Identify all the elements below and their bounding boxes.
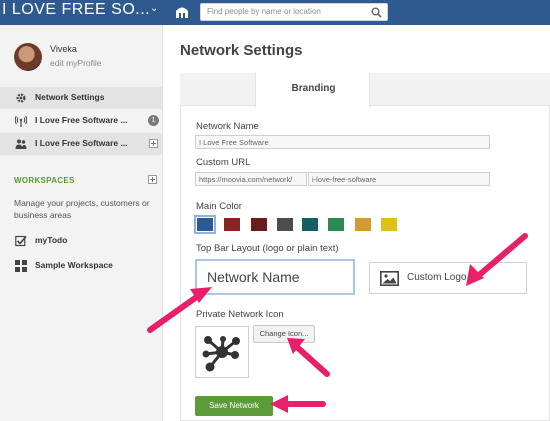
change-icon-button[interactable]: Change Icon... xyxy=(253,325,315,343)
helmet-icon[interactable] xyxy=(174,4,190,21)
tab-branding[interactable]: Branding xyxy=(255,73,370,107)
image-icon xyxy=(380,271,399,286)
color-swatch[interactable] xyxy=(381,218,397,231)
layout-option-logo-label: Custom Logo xyxy=(407,272,467,283)
color-swatch[interactable] xyxy=(194,215,216,234)
custom-url-prefix: https://moovia.com/network/ xyxy=(195,172,307,186)
add-icon[interactable] xyxy=(149,139,158,148)
user-name[interactable]: Viveka xyxy=(50,44,77,54)
broadcast-icon xyxy=(15,115,27,127)
notification-badge: 1 xyxy=(148,115,159,126)
private-network-icon-label: Private Network Icon xyxy=(196,309,284,320)
save-network-button[interactable]: Save Network xyxy=(195,396,273,416)
main-color-label: Main Color xyxy=(196,201,242,212)
add-workspace-icon[interactable] xyxy=(148,175,157,184)
search-placeholder: Find people by name or location xyxy=(207,7,321,16)
edit-profile-link[interactable]: edit myProfile xyxy=(50,58,102,68)
custom-url-field[interactable]: i-love-free-software xyxy=(308,172,490,186)
sidebar-item-label: Network Settings xyxy=(35,92,105,102)
workspaces-heading: WORKSPACES xyxy=(14,176,75,185)
avatar[interactable] xyxy=(14,43,42,71)
network-icon-preview xyxy=(195,326,249,378)
chevron-down-icon[interactable]: ⌄ xyxy=(150,3,158,14)
color-swatch[interactable] xyxy=(328,218,344,231)
sidebar-item-network-feed[interactable]: I Love Free Software ... 1 xyxy=(0,110,163,132)
sidebar-item-sample-workspace[interactable]: Sample Workspace xyxy=(0,255,163,277)
workspaces-description: Manage your projects, customers or busin… xyxy=(14,198,150,220)
color-swatch[interactable] xyxy=(355,218,371,231)
search-input[interactable]: Find people by name or location xyxy=(200,3,388,21)
sidebar-item-label: myTodo xyxy=(35,235,68,245)
network-brand[interactable]: I LOVE FREE SO... xyxy=(2,1,150,19)
checkbox-icon xyxy=(15,235,27,247)
sidebar-item-label: I Love Free Software ... xyxy=(35,115,128,125)
sidebar-item-network-settings[interactable]: Network Settings xyxy=(0,87,163,109)
page-title: Network Settings xyxy=(180,42,303,59)
sidebar-item-network-people[interactable]: I Love Free Software ... xyxy=(0,133,163,155)
people-icon xyxy=(15,139,27,149)
layout-option-logo[interactable]: Custom Logo xyxy=(369,262,527,294)
gear-icon xyxy=(16,93,26,103)
top-bar: I LOVE FREE SO... ⌄ Find people by name … xyxy=(0,0,550,25)
sidebar-item-label: Sample Workspace xyxy=(35,260,113,270)
network-name-field[interactable]: I Love Free Software xyxy=(195,135,490,149)
custom-url-label: Custom URL xyxy=(196,157,251,168)
search-icon[interactable] xyxy=(371,7,382,18)
color-swatch[interactable] xyxy=(224,218,240,231)
network-name-label: Network Name xyxy=(196,121,259,132)
network-icon xyxy=(202,336,240,372)
layout-option-text-label: Network Name xyxy=(207,269,300,285)
color-swatch[interactable] xyxy=(277,218,293,231)
sidebar-item-mytodo[interactable]: myTodo xyxy=(0,230,163,252)
tab-label: Branding xyxy=(291,83,336,94)
sidebar: Viveka edit myProfile Network Settings I… xyxy=(0,25,163,421)
sidebar-item-label: I Love Free Software ... xyxy=(35,138,128,148)
color-swatch[interactable] xyxy=(302,218,318,231)
grid-icon xyxy=(15,260,27,272)
color-swatch[interactable] xyxy=(251,218,267,231)
layout-option-text[interactable]: Network Name xyxy=(195,259,355,295)
top-bar-layout-label: Top Bar Layout (logo or plain text) xyxy=(196,243,339,254)
